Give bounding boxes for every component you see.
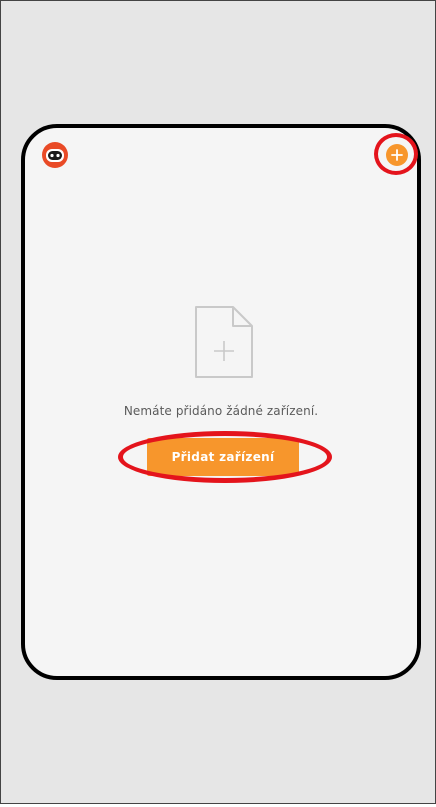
add-document-icon — [193, 304, 255, 380]
robot-avatar-icon[interactable] — [41, 141, 69, 169]
empty-state-message: Nemáte přidáno žádné zařízení. — [123, 404, 319, 418]
add-device-button-highlight-ring — [118, 431, 332, 483]
screenshot-frame: Nemáte přidáno žádné zařízení. Přidat za… — [0, 0, 436, 804]
device-screen: Nemáte přidáno žádné zařízení. Přidat za… — [21, 124, 421, 680]
add-button-highlight-ring — [374, 133, 418, 175]
